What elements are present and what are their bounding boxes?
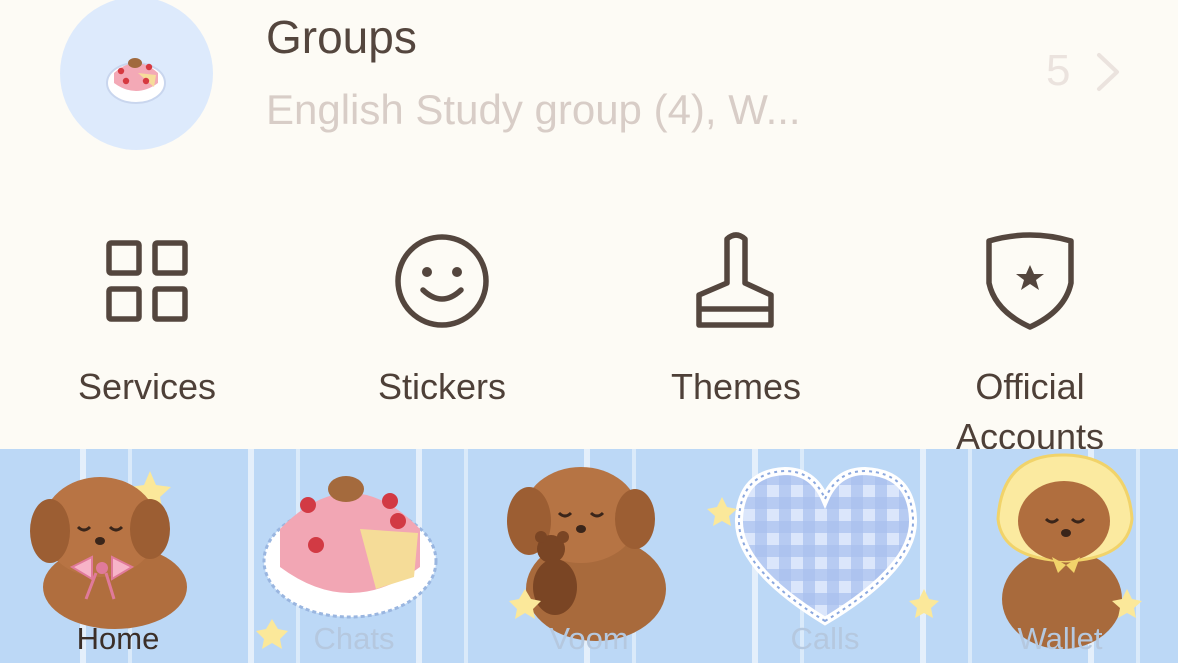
brush-icon <box>696 232 774 328</box>
groups-row[interactable]: Groups English Study group (4), W... 5 <box>0 0 1178 170</box>
groups-title: Groups <box>266 11 417 63</box>
tab-label: Calls <box>790 621 860 656</box>
tab-voom[interactable]: Voom <box>471 449 707 663</box>
shortcut-stickers[interactable]: Stickers <box>322 230 562 412</box>
shortcut-label: Themes <box>670 366 802 407</box>
shortcut-official-accounts[interactable]: Official Accounts <box>910 230 1150 462</box>
tab-wallet[interactable]: Wallet <box>942 449 1178 663</box>
shield-star-icon <box>986 232 1074 330</box>
tab-chats[interactable]: Chats <box>236 449 472 663</box>
groups-subtitle: English Study group (4), W... <box>266 86 801 133</box>
shortcut-label: Services <box>77 366 217 407</box>
tab-label: Wallet <box>1017 621 1103 656</box>
group-avatar <box>60 0 213 150</box>
cake-icon <box>106 58 166 104</box>
grid-icon <box>106 240 188 322</box>
tab-calls[interactable]: Calls <box>707 449 943 663</box>
tab-label: Voom <box>549 621 629 656</box>
smiley-icon <box>395 234 489 328</box>
tab-label: Chats <box>313 621 395 656</box>
shortcut-label: Stickers <box>377 366 507 407</box>
bottom-tab-bar: Home Chats Voom Calls Wallet <box>0 449 1178 663</box>
tab-home[interactable]: Home <box>0 449 236 663</box>
shortcut-label: Official Accounts <box>955 366 1105 457</box>
groups-count: 5 <box>1046 46 1071 95</box>
shortcut-services[interactable]: Services <box>27 230 267 412</box>
tab-label: Home <box>76 621 160 656</box>
shortcut-themes[interactable]: Themes <box>616 230 856 412</box>
chevron-right-icon[interactable] <box>1094 52 1122 92</box>
